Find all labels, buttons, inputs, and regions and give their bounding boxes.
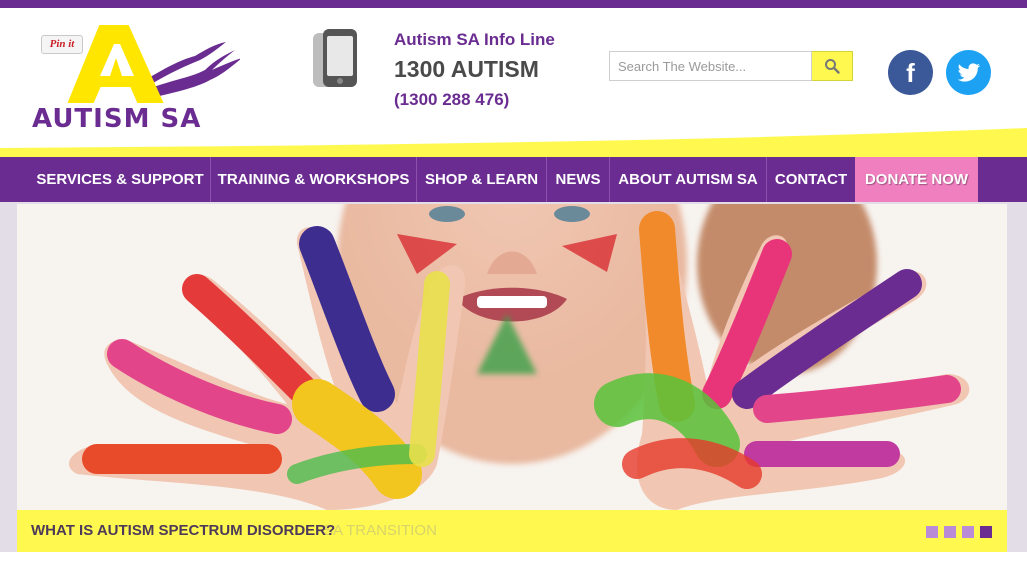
search-button[interactable] xyxy=(812,51,853,81)
search-input[interactable] xyxy=(609,51,812,81)
phone-icon xyxy=(313,29,357,87)
nav-training-workshops[interactable]: TRAINING & WORKSHOPS xyxy=(211,157,416,202)
slide-dot-3[interactable] xyxy=(962,526,974,538)
facebook-icon[interactable]: f xyxy=(888,50,933,95)
header-swoosh xyxy=(0,128,1027,160)
info-line-digits[interactable]: (1300 288 476) xyxy=(394,90,509,110)
main-nav: SERVICES & SUPPORT TRAINING & WORKSHOPS … xyxy=(0,157,1027,202)
hero-caption-bar: SA TRANSITION WHAT IS AUTISM SPECTRUM DI… xyxy=(17,510,1007,552)
info-line-number[interactable]: 1300 AUTISM xyxy=(394,56,539,83)
nav-contact[interactable]: CONTACT xyxy=(767,157,855,202)
magnifier-icon xyxy=(825,59,840,74)
page-bottom xyxy=(0,552,1027,564)
twitter-icon[interactable] xyxy=(946,50,991,95)
slide-dot-4[interactable] xyxy=(980,526,992,538)
nav-shop-learn[interactable]: SHOP & LEARN xyxy=(417,157,546,202)
pinit-button[interactable]: Pin it xyxy=(41,35,83,54)
nav-about-autism-sa[interactable]: ABOUT AUTISM SA xyxy=(610,157,766,202)
slide-dot-2[interactable] xyxy=(944,526,956,538)
nav-donate-now[interactable]: DONATE NOW xyxy=(855,157,978,202)
nav-services-support[interactable]: SERVICES & SUPPORT xyxy=(30,157,210,202)
hero-caption[interactable]: WHAT IS AUTISM SPECTRUM DISORDER? xyxy=(31,510,335,552)
hero-image[interactable] xyxy=(17,204,1007,510)
nav-news[interactable]: NEWS xyxy=(547,157,609,202)
slide-dot-1[interactable] xyxy=(926,526,938,538)
top-accent-bar xyxy=(0,0,1027,8)
info-line-title: Autism SA Info Line xyxy=(394,30,555,49)
previous-caption-ghost: SA TRANSITION xyxy=(323,522,437,539)
